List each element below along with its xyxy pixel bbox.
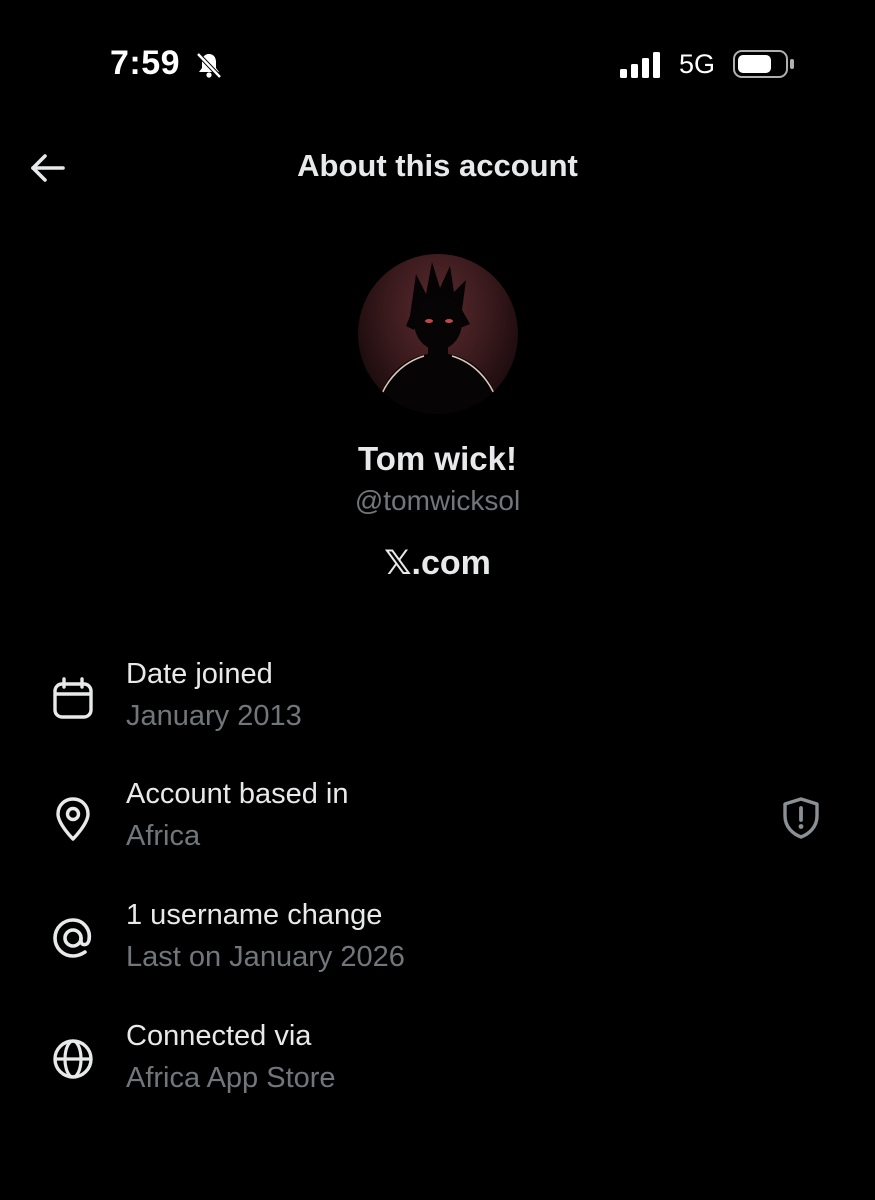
- account-based-in-value: Africa: [126, 820, 201, 852]
- avatar-image: [376, 262, 500, 414]
- username-change-row: 1 username change Last on January 2026: [0, 899, 875, 999]
- bell-slash-icon: [196, 52, 222, 79]
- connected-via-row: Connected via Africa App Store: [0, 1020, 875, 1120]
- user-handle: @tomwicksol: [354, 485, 521, 516]
- display-name: Tom wick!: [358, 440, 517, 477]
- signal-bars-icon: [620, 52, 660, 78]
- calendar-icon: [53, 677, 93, 719]
- account-based-in-row: Account based in Africa: [0, 778, 875, 878]
- shield-exclamation-icon[interactable]: [779, 796, 823, 840]
- username-change-value: Last on January 2026: [126, 941, 405, 973]
- globe-icon: [53, 1039, 93, 1079]
- platform-label: 𝕏.com: [384, 544, 491, 582]
- connected-via-value: Africa App Store: [126, 1062, 336, 1094]
- status-time: 7:59: [110, 44, 181, 82]
- page-title: About this account: [297, 148, 578, 183]
- battery-icon: [733, 50, 794, 78]
- date-joined-value: January 2013: [126, 700, 302, 732]
- header: About this account: [0, 140, 875, 196]
- at-sign-icon: [53, 918, 92, 958]
- date-joined-row: Date joined January 2013: [0, 658, 875, 758]
- username-change-label: 1 username change: [126, 899, 383, 931]
- status-bar: 7:59 5G: [0, 0, 875, 120]
- date-joined-label: Date joined: [126, 658, 273, 690]
- network-label: 5G: [679, 49, 716, 79]
- avatar[interactable]: [358, 254, 518, 414]
- connected-via-label: Connected via: [126, 1020, 312, 1052]
- location-pin-icon: [56, 797, 90, 841]
- account-based-in-label: Account based in: [126, 778, 349, 810]
